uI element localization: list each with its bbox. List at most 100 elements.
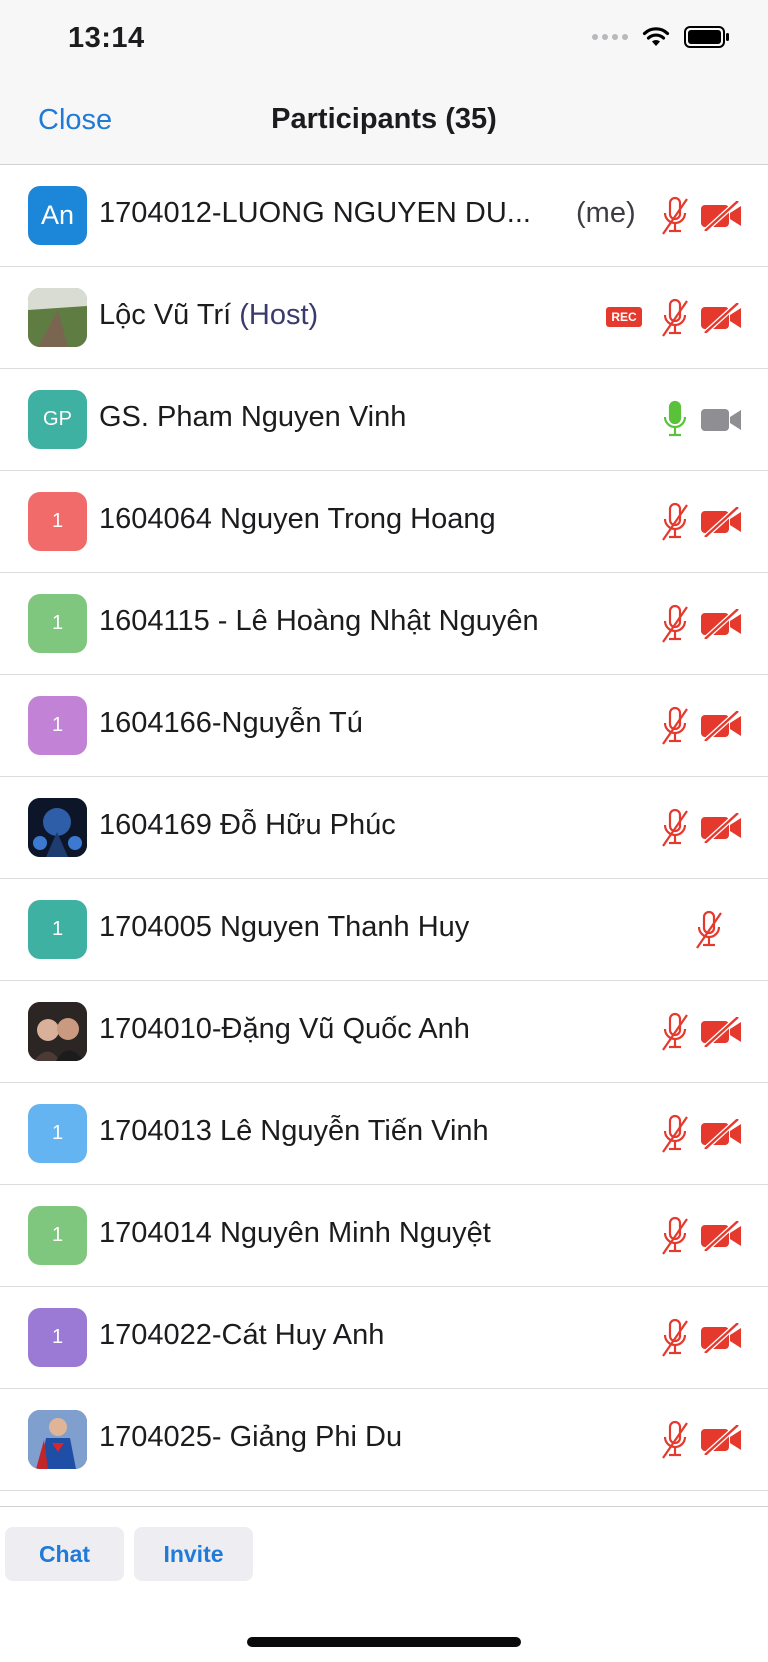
mic-on-icon[interactable] <box>660 400 690 440</box>
participant-name-text: 1704010-Đặng Vũ Quốc Anh <box>99 1013 470 1045</box>
avatar: 1 <box>28 696 87 755</box>
avatar-initials: GP <box>43 408 72 430</box>
participant-row[interactable]: 1 1704014 Nguyên Minh Nguyệt <box>0 1185 768 1287</box>
status-time: 13:14 <box>68 22 145 54</box>
avatar: 1 <box>28 1104 87 1163</box>
participant-name-text: 1704013 Lê Nguyễn Tiến Vinh <box>99 1115 489 1147</box>
participant-name-text: 1704014 Nguyên Minh Nguyệt <box>99 1217 491 1249</box>
video-off-icon[interactable] <box>700 303 742 333</box>
video-off-icon[interactable] <box>700 1017 742 1047</box>
host-tag: (Host) <box>239 299 319 331</box>
avatar-initials: 1 <box>51 918 64 940</box>
signal-icon <box>592 34 628 40</box>
status-bar: 13:14 <box>0 0 768 86</box>
participant-name-text: Lộc Vũ Trí <box>99 299 232 331</box>
nav-bar: Close Participants (35) <box>0 86 768 165</box>
participant-name: 1604115 - Lê Hoàng Nhật Nguyên <box>99 605 539 638</box>
avatar-initials: 1 <box>51 510 64 532</box>
participant-row[interactable]: 1604169 Đỗ Hữu Phúc <box>0 777 768 879</box>
mic-muted-icon[interactable] <box>660 1114 690 1154</box>
participant-name: 1604166-Nguyễn Tú <box>99 707 363 740</box>
avatar <box>28 1002 87 1061</box>
participant-row[interactable]: 1704010-Đặng Vũ Quốc Anh <box>0 981 768 1083</box>
mic-muted-icon[interactable] <box>660 502 690 542</box>
participant-name-text: 1704005 Nguyen Thanh Huy <box>99 911 470 943</box>
participant-name-text: 1604166-Nguyễn Tú <box>99 707 363 739</box>
participant-name-text: 1604169 Đỗ Hữu Phúc <box>99 809 396 841</box>
wifi-icon <box>642 27 670 46</box>
home-indicator <box>247 1637 521 1647</box>
chat-button[interactable]: Chat <box>5 1527 124 1581</box>
avatar: 1 <box>28 1206 87 1265</box>
recording-badge: REC <box>606 307 642 327</box>
mic-muted-icon[interactable] <box>660 1420 690 1460</box>
avatar: GP <box>28 390 87 449</box>
participant-row[interactable]: 1 1604166-Nguyễn Tú <box>0 675 768 777</box>
mic-muted-icon[interactable] <box>660 706 690 746</box>
video-off-icon[interactable] <box>700 1425 742 1455</box>
participant-name: GS. Pham Nguyen Vinh <box>99 401 406 434</box>
participant-row[interactable]: 1 1604115 - Lê Hoàng Nhật Nguyên <box>0 573 768 675</box>
avatar <box>28 288 87 347</box>
participant-name-text: 1704025- Giảng Phi Du <box>99 1421 403 1453</box>
video-off-icon[interactable] <box>700 1221 742 1251</box>
status-icons <box>592 26 730 48</box>
participant-name: 1704022-Cát Huy Anh <box>99 1319 384 1352</box>
mic-muted-icon[interactable] <box>660 1318 690 1358</box>
participant-row[interactable]: An 1704012-LUONG NGUYEN DU... (me) <box>0 165 768 267</box>
mic-muted-icon[interactable] <box>660 1012 690 1052</box>
mic-muted-icon[interactable] <box>660 604 690 644</box>
participant-name: 1704014 Nguyên Minh Nguyệt <box>99 1217 491 1250</box>
video-off-icon[interactable] <box>700 201 742 231</box>
avatar: An <box>28 186 87 245</box>
avatar: 1 <box>28 594 87 653</box>
video-off-icon[interactable] <box>700 1323 742 1353</box>
participant-name: 1604064 Nguyen Trong Hoang <box>99 503 496 536</box>
avatar-initials: 1 <box>51 1122 64 1144</box>
video-off-icon[interactable] <box>700 813 742 843</box>
mic-muted-icon[interactable] <box>660 808 690 848</box>
participant-row[interactable]: GP GS. Pham Nguyen Vinh <box>0 369 768 471</box>
avatar-initials: 1 <box>51 612 64 634</box>
participant-name-text: 1604115 - Lê Hoàng Nhật Nguyên <box>99 605 539 637</box>
video-camera-icon[interactable] <box>700 405 742 435</box>
participant-name-text: 1704012-LUONG NGUYEN DU... <box>99 197 531 229</box>
avatar: 1 <box>28 900 87 959</box>
video-off-icon[interactable] <box>700 1119 742 1149</box>
mic-muted-icon[interactable] <box>694 910 724 950</box>
participant-row[interactable]: 1 1704022-Cát Huy Anh <box>0 1287 768 1389</box>
avatar-initials: An <box>40 200 75 230</box>
participant-name: 1704005 Nguyen Thanh Huy <box>99 911 469 944</box>
avatar <box>28 798 87 857</box>
avatar-initials: 1 <box>51 1224 64 1246</box>
participant-row[interactable]: 1 1704013 Lê Nguyễn Tiến Vinh <box>0 1083 768 1185</box>
mic-muted-icon[interactable] <box>660 1216 690 1256</box>
invite-button[interactable]: Invite <box>134 1527 253 1581</box>
avatar <box>28 1410 87 1469</box>
me-tag: (me) <box>576 197 636 229</box>
participant-row[interactable]: 1704025- Giảng Phi Du <box>0 1389 768 1491</box>
mic-muted-icon[interactable] <box>660 298 690 338</box>
participant-row[interactable]: 1 1604064 Nguyen Trong Hoang <box>0 471 768 573</box>
avatar: 1 <box>28 492 87 551</box>
participant-row[interactable]: 1 1704005 Nguyen Thanh Huy <box>0 879 768 981</box>
participant-name: 1704012-LUONG NGUYEN DU... <box>99 197 531 230</box>
participant-name: 1704025- Giảng Phi Du <box>99 1421 402 1454</box>
avatar-initials: 1 <box>51 1326 64 1348</box>
video-off-icon[interactable] <box>700 609 742 639</box>
avatar: 1 <box>28 1308 87 1367</box>
participant-name: 1604169 Đỗ Hữu Phúc <box>99 809 396 842</box>
participant-name: Lộc Vũ Trí (Host) <box>99 299 318 332</box>
participant-name-text: 1704022-Cát Huy Anh <box>99 1319 385 1351</box>
video-off-icon[interactable] <box>700 507 742 537</box>
participant-list: An 1704012-LUONG NGUYEN DU... (me) Lộc Vũ T… <box>0 165 768 1491</box>
avatar-initials: 1 <box>51 714 64 736</box>
battery-icon <box>684 26 729 48</box>
participant-name-text: 1604064 Nguyen Trong Hoang <box>99 503 496 535</box>
video-off-icon[interactable] <box>700 711 742 741</box>
participant-row[interactable]: Lộc Vũ Trí (Host) REC <box>0 267 768 369</box>
mic-muted-icon[interactable] <box>660 196 690 236</box>
page-title: Participants (35) <box>271 103 497 135</box>
participant-name: 1704013 Lê Nguyễn Tiến Vinh <box>99 1115 489 1148</box>
participant-name-text: GS. Pham Nguyen Vinh <box>99 401 407 433</box>
